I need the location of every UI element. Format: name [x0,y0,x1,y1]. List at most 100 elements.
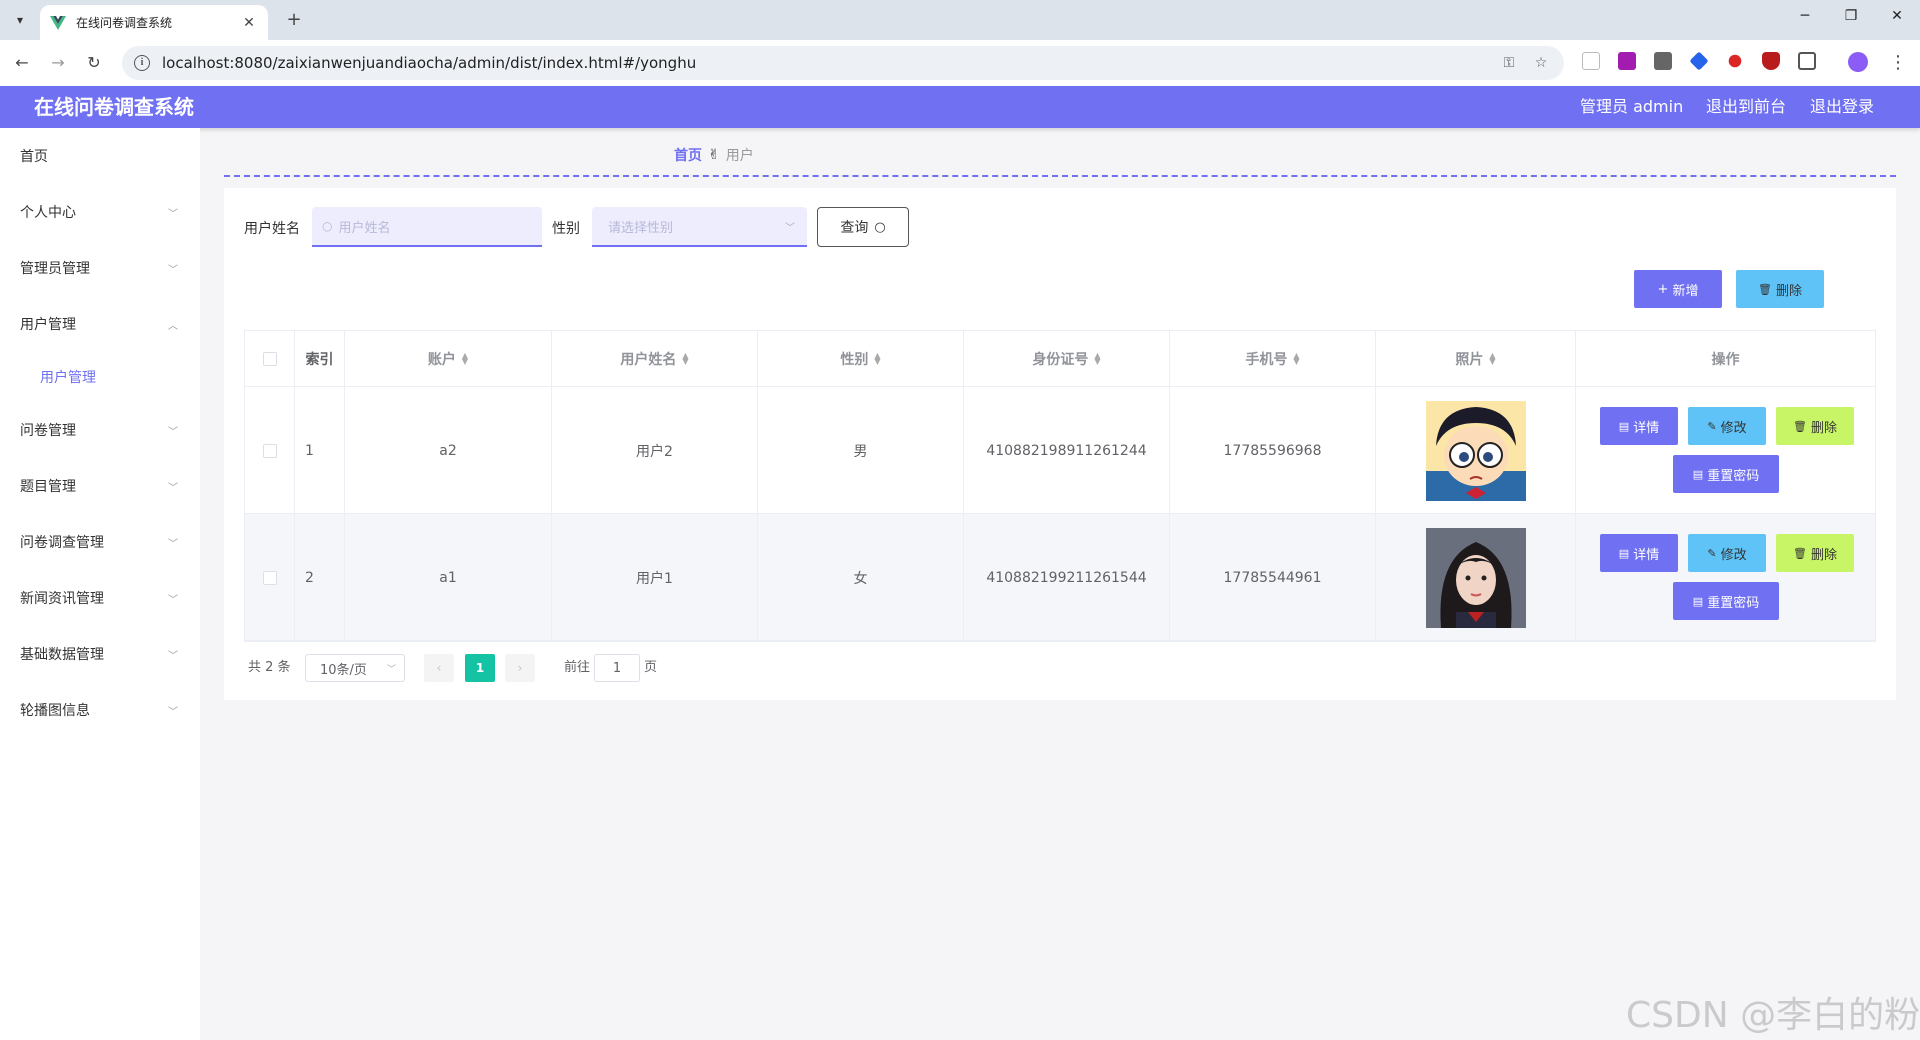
document-icon: ▤ [1618,419,1630,433]
profile-avatar-icon[interactable] [1848,52,1868,72]
header-photo[interactable]: 照片 ▲ ▼ [1376,331,1576,387]
extensions-puzzle-icon[interactable] [1798,52,1816,70]
sidebar-item-news-management[interactable]: 新闻资讯管理 ﹀ [0,570,200,626]
detail-button-label: 详情 [1633,420,1660,436]
name-label: 用户姓名 [244,221,300,237]
user-table: 索引 账户 ▲ ▼ 用户姓名 ▲ ▼ 性别 ▲ ▼ 身份证号 ▲ ▼ 手机号 ▲ ▼ 照片 ▲ ▼ 操作… [244,330,1876,642]
minimize-icon[interactable]: ─ [1790,8,1820,24]
header-phone[interactable]: 手机号 ▲ ▼ [1170,331,1376,387]
sidebar-subitem-user-management[interactable]: 用户管理 [0,352,200,402]
row-checkbox[interactable] [262,570,277,585]
extension-cursor-icon[interactable] [1582,52,1600,70]
header-gender[interactable]: 性别 ▲ ▼ [758,331,964,387]
user-photo-portrait[interactable] [1425,527,1526,628]
hand-separator-icon: ✌ [708,147,720,163]
back-icon[interactable]: ← [10,52,34,74]
sidebar-item-user-management[interactable]: 用户管理 ︿ [0,296,200,352]
row-checkbox[interactable] [262,443,277,458]
name-cell: 用户1 [552,514,758,641]
reset-password-button[interactable]: ▤ 重置密码 [1673,455,1779,493]
sidebar-item-label: 首页 [20,149,48,165]
sidebar-item-label: 用户管理 [20,317,76,333]
query-button-label: 查询 [840,220,869,236]
edit-pencil-icon: ✎ [1707,419,1717,433]
trash-icon: 🗑 [1758,282,1772,296]
header-photo-label: 照片 [1455,352,1484,368]
sidebar-item-basic-data-management[interactable]: 基础数据管理 ﹀ [0,626,200,682]
select-all-checkbox[interactable] [262,352,277,366]
page-number-current[interactable]: 1 [465,654,495,682]
reset-password-button[interactable]: ▤ 重置密码 [1673,582,1779,620]
forward-icon[interactable]: → [46,52,70,74]
browser-toolbar: ← → ↻ i localhost:8080/zaixianwenjuandia… [0,40,1920,86]
query-button[interactable]: 查询 ○ [817,207,909,247]
breadcrumb-home[interactable]: 首页 [674,145,702,165]
name-search-input[interactable]: ○ 用户姓名 [312,207,542,247]
sidebar-item-personal-center[interactable]: 个人中心 ﹀ [0,184,200,240]
user-photo-cartoon[interactable] [1425,400,1526,501]
password-key-icon[interactable]: ⚿ [1498,55,1520,71]
sidebar-item-carousel-info[interactable]: 轮播图信息 ﹀ [0,682,200,738]
edit-button[interactable]: ✎ 修改 [1688,534,1766,572]
url-text: localhost:8080/zaixianwenjuandiaocha/adm… [162,54,697,72]
watermark: CSDN @李白的粉 [1626,995,1920,1036]
detail-button[interactable]: ▤ 详情 [1600,407,1678,445]
extension-pp-icon[interactable] [1618,52,1636,70]
sidebar-item-home[interactable]: 首页 [0,128,200,184]
sort-icon[interactable]: ▲ ▼ [874,352,880,366]
chevron-right-icon: › [517,661,523,675]
reload-icon[interactable]: ↻ [82,52,106,74]
edit-button-label: 修改 [1720,547,1747,563]
add-button[interactable]: + 新增 [1634,270,1722,308]
goto-page-input[interactable]: 1 [594,654,640,682]
sidebar-item-label: 轮播图信息 [20,703,90,719]
restore-icon[interactable]: ❐ [1836,8,1866,24]
phone-cell: 17785544961 [1170,514,1376,641]
sidebar-item-label: 新闻资讯管理 [20,591,104,607]
sidebar-item-question-management[interactable]: 题目管理 ﹀ [0,458,200,514]
prev-page-button[interactable]: ‹ [424,654,454,682]
sort-icon[interactable]: ▲ ▼ [682,352,688,366]
logout-link[interactable]: 退出登录 [1810,86,1874,128]
edit-button[interactable]: ✎ 修改 [1688,407,1766,445]
header-name[interactable]: 用户姓名 ▲ ▼ [552,331,758,387]
sidebar-item-survey-management[interactable]: 问卷调查管理 ﹀ [0,514,200,570]
sort-icon[interactable]: ▲ ▼ [1094,352,1100,366]
delete-button[interactable]: 🗑 删除 [1776,534,1854,572]
document-icon: ▤ [1692,467,1704,481]
site-info-icon[interactable]: i [134,55,150,71]
tab-close-icon[interactable]: ✕ [240,15,258,31]
chevron-down-icon: ﹀ [168,594,178,606]
sidebar-item-admin-management[interactable]: 管理员管理 ﹀ [0,240,200,296]
extension-diamond-icon[interactable] [1689,51,1709,71]
chevron-down-icon: ﹀ [168,208,178,220]
sort-icon[interactable]: ▲ ▼ [1489,352,1495,366]
app-header: 在线问卷调查系统 管理员 admin 退出到前台 退出登录 [0,86,1920,128]
table-row: 1 a2 用户2 男 410882198911261244 1778559696… [245,387,1875,514]
new-tab-icon[interactable]: + [282,8,306,32]
browser-tab[interactable]: 在线问卷调查系统 ✕ [40,5,268,40]
extension-box-icon[interactable] [1654,52,1672,70]
bookmark-star-icon[interactable]: ☆ [1530,55,1552,71]
browser-menu-icon[interactable]: ⋮ [1886,52,1910,74]
address-bar[interactable]: i localhost:8080/zaixianwenjuandiaocha/a… [122,46,1564,80]
gender-select[interactable]: 请选择性别 ﹀ [592,207,807,247]
tab-search-chevron-icon[interactable]: ▾ [8,8,32,32]
exit-to-frontend-link[interactable]: 退出到前台 [1706,86,1786,128]
extension-shield-icon[interactable] [1762,52,1780,70]
sort-icon[interactable]: ▲ ▼ [1293,352,1299,366]
chevron-down-icon: ﹀ [785,222,795,234]
header-account[interactable]: 账户 ▲ ▼ [345,331,552,387]
batch-delete-button[interactable]: 🗑 删除 [1736,270,1824,308]
header-id-card[interactable]: 身份证号 ▲ ▼ [964,331,1170,387]
page-size-select[interactable]: 10条/页 ﹀ [305,654,405,682]
next-page-button[interactable]: › [505,654,535,682]
window-close-icon[interactable]: ✕ [1882,8,1912,24]
delete-button[interactable]: 🗑 删除 [1776,407,1854,445]
sidebar-item-questionnaire-management[interactable]: 问卷管理 ﹀ [0,402,200,458]
trash-icon: 🗑 [1793,419,1807,433]
id-card-cell: 410882198911261244 [964,387,1170,514]
detail-button[interactable]: ▤ 详情 [1600,534,1678,572]
extension-person-icon[interactable] [1728,54,1742,68]
sort-icon[interactable]: ▲ ▼ [462,352,468,366]
